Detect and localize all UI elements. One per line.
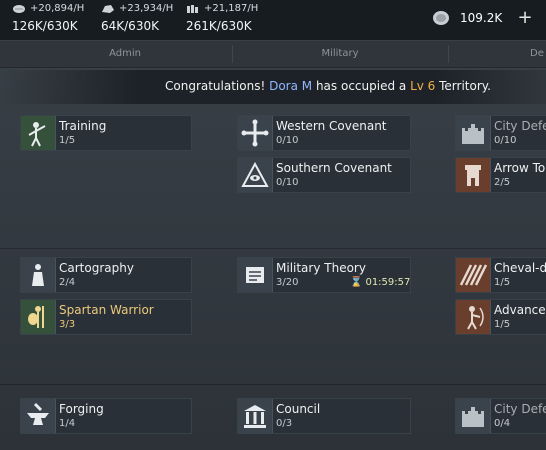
food-amount: 126K/630K: [12, 19, 78, 33]
tech-forging[interactable]: Forging 1/4: [20, 398, 192, 434]
tech-title: Advanced: [494, 303, 546, 317]
tech-cartography[interactable]: Cartography 2/4: [20, 257, 192, 293]
tech-progress: 1/5: [494, 277, 511, 288]
tech-title: Cartography: [59, 261, 134, 275]
tech-progress: 0/10: [494, 135, 517, 146]
stone-rate: +23,934/H: [119, 3, 174, 14]
banner-prefix: Congratulations!: [165, 79, 270, 93]
tower-icon: [456, 158, 491, 192]
tech-title: Spartan Warrior: [59, 303, 154, 317]
tech-title: Arrow To: [494, 161, 546, 175]
tech-training[interactable]: Training 1/5: [20, 115, 192, 151]
banner-middle: has occupied a: [312, 79, 411, 93]
add-currency-button[interactable]: +: [514, 7, 536, 29]
tech-advanced[interactable]: Advanced 1/5: [455, 299, 546, 335]
player-name[interactable]: Dora M: [269, 79, 312, 93]
banner-message: Congratulations! Dora M has occupied a L…: [165, 79, 491, 93]
tech-progress: 2/4: [59, 277, 76, 288]
cross-emblem-icon: [238, 116, 273, 150]
silver-amount: 109.2K: [460, 11, 503, 25]
tech-progress: 0/4: [494, 418, 511, 429]
tech-spartan-warrior[interactable]: Spartan Warrior 3/3: [20, 299, 192, 335]
notification-banner: Congratulations! Dora M has occupied a L…: [0, 70, 546, 104]
wood-rate: +21,187/H: [204, 3, 259, 14]
row-divider: [0, 384, 546, 385]
tech-progress: 3/20: [276, 277, 299, 288]
soldier-training-icon: [21, 116, 56, 150]
spartan-icon: [21, 300, 56, 334]
silver-coin-icon: [433, 11, 449, 25]
tech-title: City Defe: [494, 402, 546, 416]
timer-value: 01:59:57: [365, 277, 411, 288]
tech-progress: 2/5: [494, 177, 511, 188]
tech-title: City Defe: [494, 119, 546, 133]
tech-progress: 0/3: [276, 418, 293, 429]
tech-title: Southern Covenant: [276, 161, 392, 175]
tech-military-theory[interactable]: Military Theory 3/20 ⌛ 01:59:57: [237, 257, 411, 293]
temple-icon: [238, 399, 273, 433]
anvil-icon: [21, 399, 56, 433]
stone-amount: 64K/630K: [101, 19, 159, 33]
territory-level: Lv 6: [410, 79, 436, 93]
tech-progress: 1/5: [494, 319, 511, 330]
tech-progress: 1/5: [59, 135, 76, 146]
scroll-icon: [238, 258, 273, 292]
tech-western-covenant[interactable]: Western Covenant 0/10: [237, 115, 411, 151]
tab-admin[interactable]: Admin: [20, 41, 230, 67]
wood-icon: [187, 5, 198, 13]
research-timer: ⌛ 01:59:57: [350, 277, 410, 288]
tech-title: Military Theory: [276, 261, 366, 275]
castle-icon: [456, 116, 491, 150]
tech-progress: 0/10: [276, 135, 299, 146]
tab-development[interactable]: De: [450, 41, 546, 67]
tech-title: Western Covenant: [276, 119, 387, 133]
tech-council[interactable]: Council 0/3: [237, 398, 411, 434]
food-icon: [13, 5, 25, 13]
tab-military[interactable]: Military: [235, 41, 445, 67]
tech-progress: 0/10: [276, 177, 299, 188]
archer-icon: [456, 300, 491, 334]
tech-progress: 1/4: [59, 418, 76, 429]
castle-icon: [456, 399, 491, 433]
pyramid-eye-icon: [238, 158, 273, 192]
tech-cheval-de-frise[interactable]: Cheval-de 1/5: [455, 257, 546, 293]
food-rate: +20,894/H: [30, 3, 85, 14]
map-figure-icon: [21, 258, 56, 292]
tech-southern-covenant[interactable]: Southern Covenant 0/10: [237, 157, 411, 193]
tech-arrow-tower[interactable]: Arrow To 2/5: [455, 157, 546, 193]
spikes-icon: [456, 258, 491, 292]
tab-bar: Admin Military De: [0, 41, 546, 68]
banner-suffix: Territory.: [435, 79, 491, 93]
silver-currency: 109.2K +: [426, 6, 546, 32]
tech-title: Training: [59, 119, 107, 133]
row-divider: [0, 248, 546, 249]
tab-divider: [232, 45, 233, 63]
tech-city-defense[interactable]: City Defe 0/10: [455, 115, 546, 151]
tab-divider: [448, 45, 449, 63]
hourglass-icon: ⌛: [350, 277, 363, 288]
tech-progress: 3/3: [59, 319, 76, 330]
resource-bar: +20,894/H 126K/630K +23,934/H 64K/630K +…: [0, 0, 546, 40]
wood-amount: 261K/630K: [186, 19, 252, 33]
stone-icon: [102, 5, 114, 13]
tech-title: Forging: [59, 402, 104, 416]
tech-title: Council: [276, 402, 321, 416]
tech-city-defense-2[interactable]: City Defe 0/4: [455, 398, 546, 434]
tech-title: Cheval-de: [494, 261, 546, 275]
